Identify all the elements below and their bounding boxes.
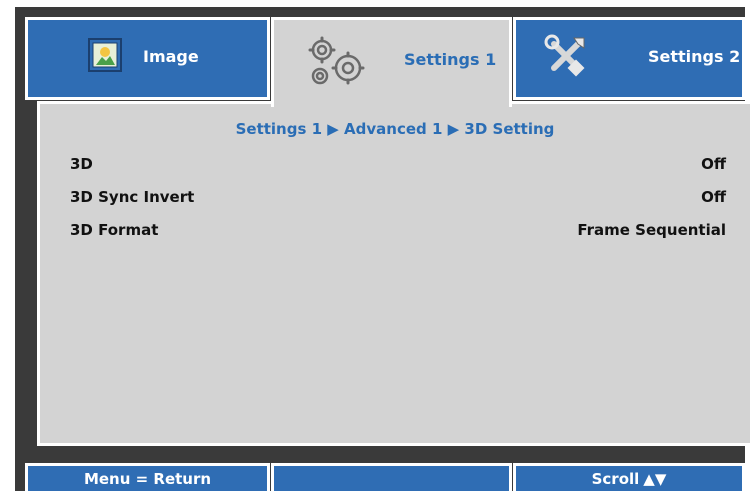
- menu-row-3d-sync-invert[interactable]: 3D Sync Invert Off: [70, 184, 726, 210]
- footer-left-label: Menu = Return: [83, 469, 212, 488]
- content-panel: Settings 1 ▶ Advanced 1 ▶ 3D Setting 3D …: [37, 101, 752, 446]
- footer-middle: [271, 463, 512, 494]
- tab-image-label: Image: [143, 47, 199, 66]
- tab-settings-2-label: Settings 2: [648, 47, 741, 66]
- scroll-arrows-icon: ▲▼: [643, 469, 667, 488]
- menu-row-3d-format[interactable]: 3D Format Frame Sequential: [70, 217, 726, 243]
- tab-settings-1-label: Settings 1: [404, 50, 497, 69]
- gears-icon: [308, 36, 365, 85]
- image-icon: [88, 38, 122, 72]
- row-label: 3D Sync Invert: [70, 188, 195, 206]
- row-label: 3D Format: [70, 221, 159, 239]
- breadcrumb: Settings 1 ▶ Advanced 1 ▶ 3D Setting: [235, 120, 555, 138]
- footer-menu-return: Menu = Return: [25, 463, 270, 494]
- tab-image[interactable]: Image: [25, 17, 270, 100]
- row-value: Frame Sequential: [577, 221, 726, 239]
- row-label: 3D: [70, 155, 93, 173]
- row-value: Off: [701, 188, 726, 206]
- tab-settings-2[interactable]: Settings 2: [513, 17, 745, 100]
- footer-right-label: Scroll: [591, 469, 640, 488]
- footer-scroll: Scroll ▲▼: [513, 463, 745, 494]
- row-value: Off: [701, 155, 726, 173]
- tab-settings-1[interactable]: Settings 1: [271, 17, 512, 107]
- osd-menu-frame: Image Settings 1 Settings 2 Settings 1 ▶…: [15, 7, 752, 494]
- tools-icon: [544, 34, 585, 77]
- menu-row-3d[interactable]: 3D Off: [70, 151, 726, 177]
